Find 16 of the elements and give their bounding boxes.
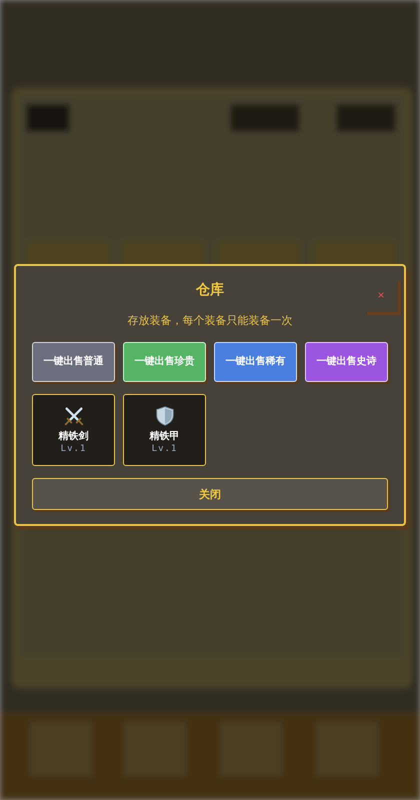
dialog-title: 仓库 xyxy=(196,280,224,300)
close-dialog-button[interactable]: 关闭 xyxy=(32,478,388,510)
sell-button[interactable]: 一键出售普通 xyxy=(32,342,115,382)
item-name: 精铁剑 xyxy=(58,430,88,443)
close-button[interactable]: × xyxy=(364,278,398,312)
sell-button[interactable]: 一键出售珍贵 xyxy=(123,342,206,382)
item-name: 精铁甲 xyxy=(150,430,180,443)
item-level: Lv.1 xyxy=(152,443,178,455)
sell-button[interactable]: 一键出售史诗 xyxy=(305,342,388,382)
crossed-swords-icon xyxy=(62,405,84,427)
item-card[interactable]: 精铁甲 Lv.1 xyxy=(123,394,206,466)
shield-icon xyxy=(154,405,176,427)
item-card[interactable]: 精铁剑 Lv.1 xyxy=(32,394,115,466)
dialog-subtitle: 存放装备，每个装备只能装备一次 xyxy=(126,313,294,329)
item-level: Lv.1 xyxy=(60,443,86,455)
sell-button[interactable]: 一键出售稀有 xyxy=(214,342,297,382)
